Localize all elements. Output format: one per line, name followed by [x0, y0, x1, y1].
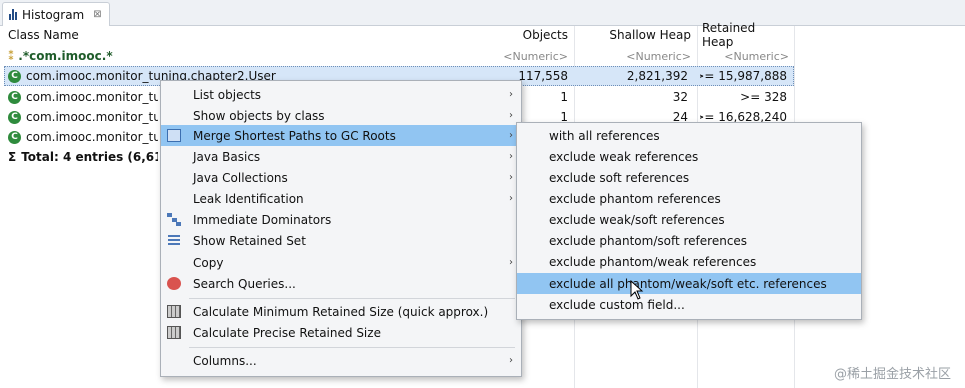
chevron-right-icon: ›: [509, 89, 513, 100]
class-icon: C: [8, 130, 21, 144]
submenu-item-with-all-references[interactable]: with all references: [517, 125, 861, 146]
chevron-right-icon: ›: [509, 151, 513, 162]
submenu-item-exclude-phantom[interactable]: exclude phantom references: [517, 188, 861, 209]
mouse-cursor-icon: [630, 280, 644, 300]
menu-item-columns[interactable]: Columns... ›: [161, 350, 521, 371]
table-row[interactable]: Ccom.imooc.monitor_tuni: [8, 127, 158, 147]
class-icon: C: [8, 90, 21, 104]
chevron-right-icon: ›: [509, 110, 513, 121]
retained-heap-cell: >= 15,987,888: [700, 69, 787, 83]
histogram-icon: [9, 9, 17, 20]
menu-item-show-objects-by-class[interactable]: Show objects by class ›: [161, 105, 521, 126]
close-tab-icon[interactable]: ⊠: [93, 9, 101, 20]
class-icon: C: [8, 69, 21, 83]
submenu-item-exclude-custom-field[interactable]: exclude custom field...: [517, 294, 861, 315]
retained-heap-cell: >= 328: [740, 90, 787, 104]
calculator-icon: [167, 305, 181, 318]
merge-paths-submenu: with all references exclude weak referen…: [516, 122, 862, 320]
retained-heap-filter[interactable]: <Numeric>: [702, 46, 789, 66]
class-name-filter[interactable]: ⁑ .*com.imooc.*: [8, 46, 308, 66]
retained-set-icon: [167, 234, 181, 247]
menu-item-java-collections[interactable]: Java Collections ›: [161, 167, 521, 188]
menu-item-copy[interactable]: Copy ›: [161, 252, 521, 273]
submenu-item-exclude-all[interactable]: exclude all phantom/weak/soft etc. refer…: [517, 273, 861, 294]
chevron-right-icon: ›: [509, 257, 513, 268]
menu-separator: [189, 347, 515, 348]
shallow-heap-cell: 2,821,392: [626, 69, 688, 83]
submenu-item-exclude-weak-soft[interactable]: exclude weak/soft references: [517, 209, 861, 230]
search-queries-icon: [167, 277, 181, 290]
menu-item-leak-identification[interactable]: Leak Identification ›: [161, 188, 521, 209]
menu-item-java-basics[interactable]: Java Basics ›: [161, 146, 521, 167]
total-row: ΣTotal: 4 entries (6,618 f: [8, 150, 158, 164]
chevron-right-icon: ›: [509, 172, 513, 183]
menu-item-calc-precise-retained[interactable]: Calculate Precise Retained Size: [161, 322, 521, 343]
table-row[interactable]: Ccom.imooc.monitor_tuni: [8, 107, 158, 127]
regex-filter-icon: ⁑: [8, 49, 15, 63]
column-header-class-name[interactable]: Class Name: [8, 24, 308, 46]
chevron-right-icon: ›: [509, 193, 513, 204]
column-header-shallow-heap[interactable]: Shallow Heap: [580, 24, 691, 46]
tab-title: Histogram: [22, 7, 85, 22]
submenu-item-exclude-weak[interactable]: exclude weak references: [517, 146, 861, 167]
watermark: @稀土掘金技术社区: [833, 367, 951, 382]
class-icon: C: [8, 110, 21, 124]
dominators-icon: [167, 213, 181, 226]
menu-item-search-queries[interactable]: Search Queries...: [161, 273, 521, 294]
menu-item-immediate-dominators[interactable]: Immediate Dominators: [161, 209, 521, 230]
sum-icon: Σ: [8, 150, 17, 164]
submenu-item-exclude-soft[interactable]: exclude soft references: [517, 167, 861, 188]
objects-filter[interactable]: <Numeric>: [496, 46, 568, 66]
table-row[interactable]: Ccom.imooc.monitor_tuni: [8, 87, 158, 107]
column-header-objects[interactable]: Objects: [496, 24, 568, 46]
submenu-item-exclude-phantom-weak[interactable]: exclude phantom/weak references: [517, 251, 861, 272]
editor-tab-bar: [0, 0, 965, 26]
submenu-item-exclude-phantom-soft[interactable]: exclude phantom/soft references: [517, 230, 861, 251]
menu-separator: [189, 298, 515, 299]
menu-item-list-objects[interactable]: List objects ›: [161, 84, 521, 105]
chevron-right-icon: ›: [509, 355, 513, 366]
column-header-retained-heap[interactable]: Retained Heap: [702, 21, 789, 49]
shallow-heap-cell: 32: [672, 90, 688, 104]
menu-item-calc-min-retained[interactable]: Calculate Minimum Retained Size (quick a…: [161, 301, 521, 322]
menu-item-merge-shortest-paths[interactable]: Merge Shortest Paths to GC Roots ›: [161, 125, 521, 146]
context-menu: List objects › Show objects by class › Mer…: [160, 80, 522, 377]
calculator-icon: [167, 326, 181, 339]
shallow-heap-filter[interactable]: <Numeric>: [580, 46, 691, 66]
merge-paths-icon: [167, 129, 181, 142]
chevron-right-icon: ›: [509, 130, 513, 141]
tab-histogram[interactable]: Histogram ⊠: [2, 2, 110, 26]
menu-item-show-retained-set[interactable]: Show Retained Set: [161, 230, 521, 251]
